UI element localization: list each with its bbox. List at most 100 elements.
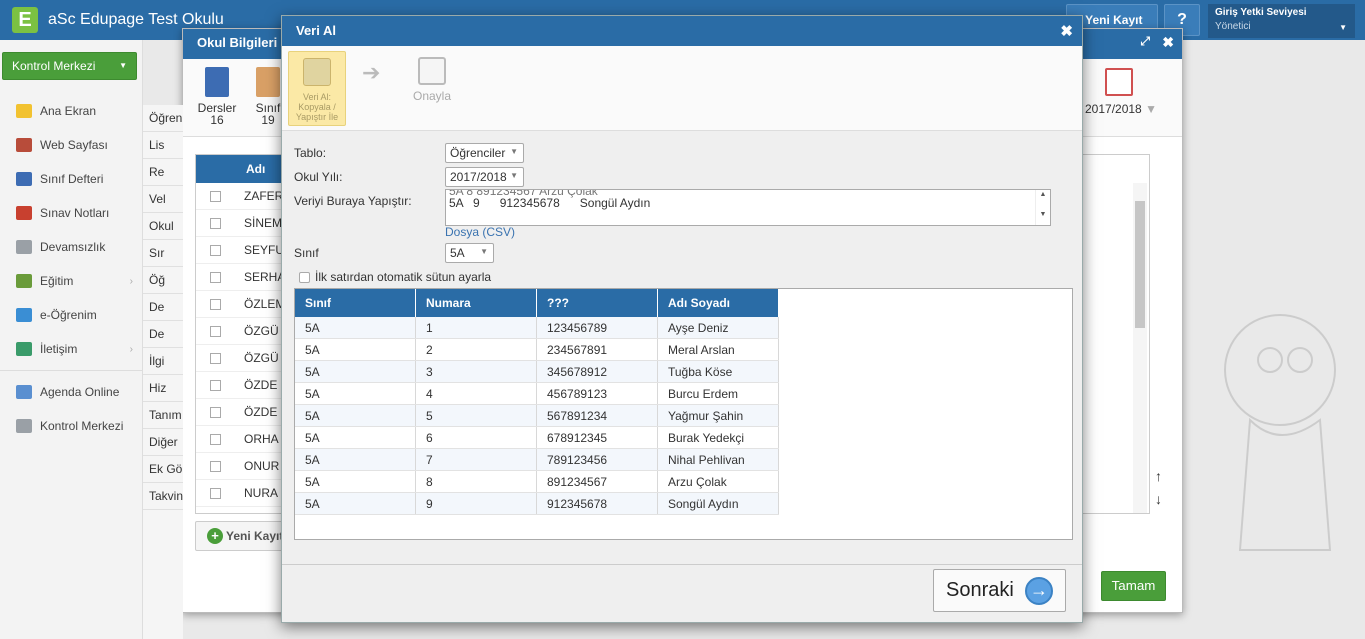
bg-menu-item[interactable]: Öğ [143,267,183,294]
checkbox[interactable] [299,272,310,284]
grid-column-header[interactable]: Sınıf [295,289,416,317]
table-row[interactable]: ÖZDE [196,399,294,426]
move-down-icon[interactable]: ↓ [1155,491,1162,507]
paste-import-tool[interactable]: Veri Al: Kopyala / Yapıştır İle [288,51,346,126]
book-icon [205,67,229,97]
row-checkbox[interactable] [210,434,221,446]
row-checkbox[interactable] [210,488,221,500]
textarea-scrollbar[interactable]: ▲ ▼ [1035,190,1050,225]
next-button[interactable]: Sonraki → [933,569,1066,612]
year-select[interactable]: 2017/2018 ▼ [445,167,524,187]
row-checkbox[interactable] [210,191,221,203]
grid-row: 5A 2 234567891 Meral Arslan [295,339,779,361]
scrollbar-thumb[interactable] [1135,201,1145,328]
bg-menu-item[interactable]: De [143,294,183,321]
row-checkbox[interactable] [210,299,221,311]
move-up-icon[interactable]: ↑ [1155,468,1162,484]
grid-header: Sınıf Numara??? Adı Soyadı [295,289,779,317]
bg-new-record-button[interactable]: + Yeni Kayıt [195,521,290,551]
bg-name-table: Adı ZAFER SİNEM SEYFU SERHA ÖZLEM ÖZGÜ ÖZGÜ ÖZD… [195,154,295,514]
grid-cell: Meral Arslan [658,339,779,360]
sidebar-item-2[interactable]: Sınıf Defteri [0,162,143,196]
row-checkbox[interactable] [210,353,221,365]
approve-tool[interactable]: Onayla [403,51,461,126]
sidebar-item-1[interactable]: Web Sayfası [0,128,143,162]
close-icon[interactable]: ✖ [1060,22,1073,40]
class-select[interactable]: 5A ▼ [445,243,494,263]
bg-menu-item[interactable]: Diğer [143,429,183,456]
table-row[interactable]: ÖZDE [196,372,294,399]
row-checkbox[interactable] [210,272,221,284]
paste-current-line: 5A 9 912345678 Songül Aydın [449,196,651,210]
table-row[interactable]: ZAFER [196,183,294,210]
calendar-year[interactable]: 2017/2018 ▼ [1085,68,1157,116]
table-row[interactable]: ÖZGÜ [196,345,294,372]
sidebar-item-label: İletişim [40,342,78,356]
bg-menu-item[interactable]: Öğren [143,105,183,132]
sidebar-item-3[interactable]: Sınav Notları [0,196,143,230]
bg-menu-item[interactable]: Ek Gö [143,456,183,483]
table-select[interactable]: Öğrenciler ▼ [445,143,524,163]
table-row[interactable]: ÖZGÜ [196,318,294,345]
app-logo[interactable]: E [12,7,38,33]
plus-icon: + [207,528,223,544]
bg-menu-item[interactable]: Lis [143,132,183,159]
csv-file-link[interactable]: Dosya (CSV) [445,225,515,239]
sidebar-item-5[interactable]: Eğitim › [0,264,143,298]
nav-icon [16,240,32,254]
row-checkbox[interactable] [210,245,221,257]
bg-menu-item[interactable]: Sır [143,240,183,267]
bg-menu-item[interactable]: Vel [143,186,183,213]
user-role: Yönetici [1215,21,1251,32]
courses-button[interactable]: Dersler 16 [197,67,237,126]
row-checkbox[interactable] [210,407,221,419]
sidebar-item-8[interactable]: Agenda Online [0,375,143,409]
row-checkbox[interactable] [210,380,221,392]
row-checkbox[interactable] [210,218,221,230]
paste-textarea[interactable]: 5A 8 891234567 Arzu Çolak 5A 9 912345678… [445,189,1051,226]
grid-column-header[interactable]: Adı Soyadı [658,289,779,317]
close-icon[interactable]: ✖ [1162,34,1174,51]
bg-menu-item[interactable]: Hiz [143,375,183,402]
grid-cell: Nihal Pehlivan [658,449,779,470]
control-center-button[interactable]: Kontrol Merkezi ▼ [2,52,137,80]
nav-icon [16,342,32,356]
sidebar-item-label: Web Sayfası [40,138,108,152]
grid-column-header[interactable]: ??? [537,289,658,317]
sidebar-item-4[interactable]: Devamsızlık [0,230,143,264]
window-title: Okul Bilgileri [197,35,278,50]
grid-column-header[interactable]: Numara [416,289,537,317]
row-checkbox[interactable] [210,326,221,338]
table-row[interactable]: NURA [196,480,294,507]
chevron-right-icon: › [129,343,133,355]
dialog-toolbar: Veri Al: Kopyala / Yapıştır İle ➔ Onayla [282,46,1082,131]
table-row[interactable]: ORHA [196,426,294,453]
bg-menu-item[interactable]: Okul [143,213,183,240]
table-row[interactable]: SERHA [196,264,294,291]
bg-menu-item[interactable]: Tanım [143,402,183,429]
bg-menu-item[interactable]: De [143,321,183,348]
sidebar-item-7[interactable]: İletişim › [0,332,143,366]
grid-row: 5A 6 678912345 Burak Yedekçi [295,427,779,449]
bg-menu-item[interactable]: Takvin [143,483,183,510]
user-menu[interactable]: Giriş Yetki Seviyesi Yönetici ▼ [1208,4,1355,38]
sidebar-item-6[interactable]: e-Öğrenim [0,298,143,332]
table-row[interactable]: ONUR [196,453,294,480]
table-row[interactable]: SİNEM [196,210,294,237]
table-row[interactable]: SEYFU [196,237,294,264]
classes-button[interactable]: Sınıf 19 [253,67,283,126]
calendar-icon [1105,68,1133,96]
ok-button[interactable]: Tamam [1101,571,1166,601]
expand-icon[interactable]: ⤢ [1140,34,1150,49]
paste-label: Veriyi Buraya Yapıştır: [294,194,412,208]
sidebar-item-0[interactable]: Ana Ekran [0,94,143,128]
grid-cell: 5A [295,471,416,492]
sidebar-item-9[interactable]: Kontrol Merkezi [0,409,143,443]
row-checkbox[interactable] [210,461,221,473]
bg-menu-item[interactable]: İlgi [143,348,183,375]
auto-columns-checkbox[interactable]: İlk satırdan otomatik sütun ayarla [299,270,491,284]
bg-menu-item[interactable]: Re [143,159,183,186]
year-label: Okul Yılı: [294,170,343,184]
grid-cell: 9 [416,493,537,514]
table-row[interactable]: ÖZLEM [196,291,294,318]
